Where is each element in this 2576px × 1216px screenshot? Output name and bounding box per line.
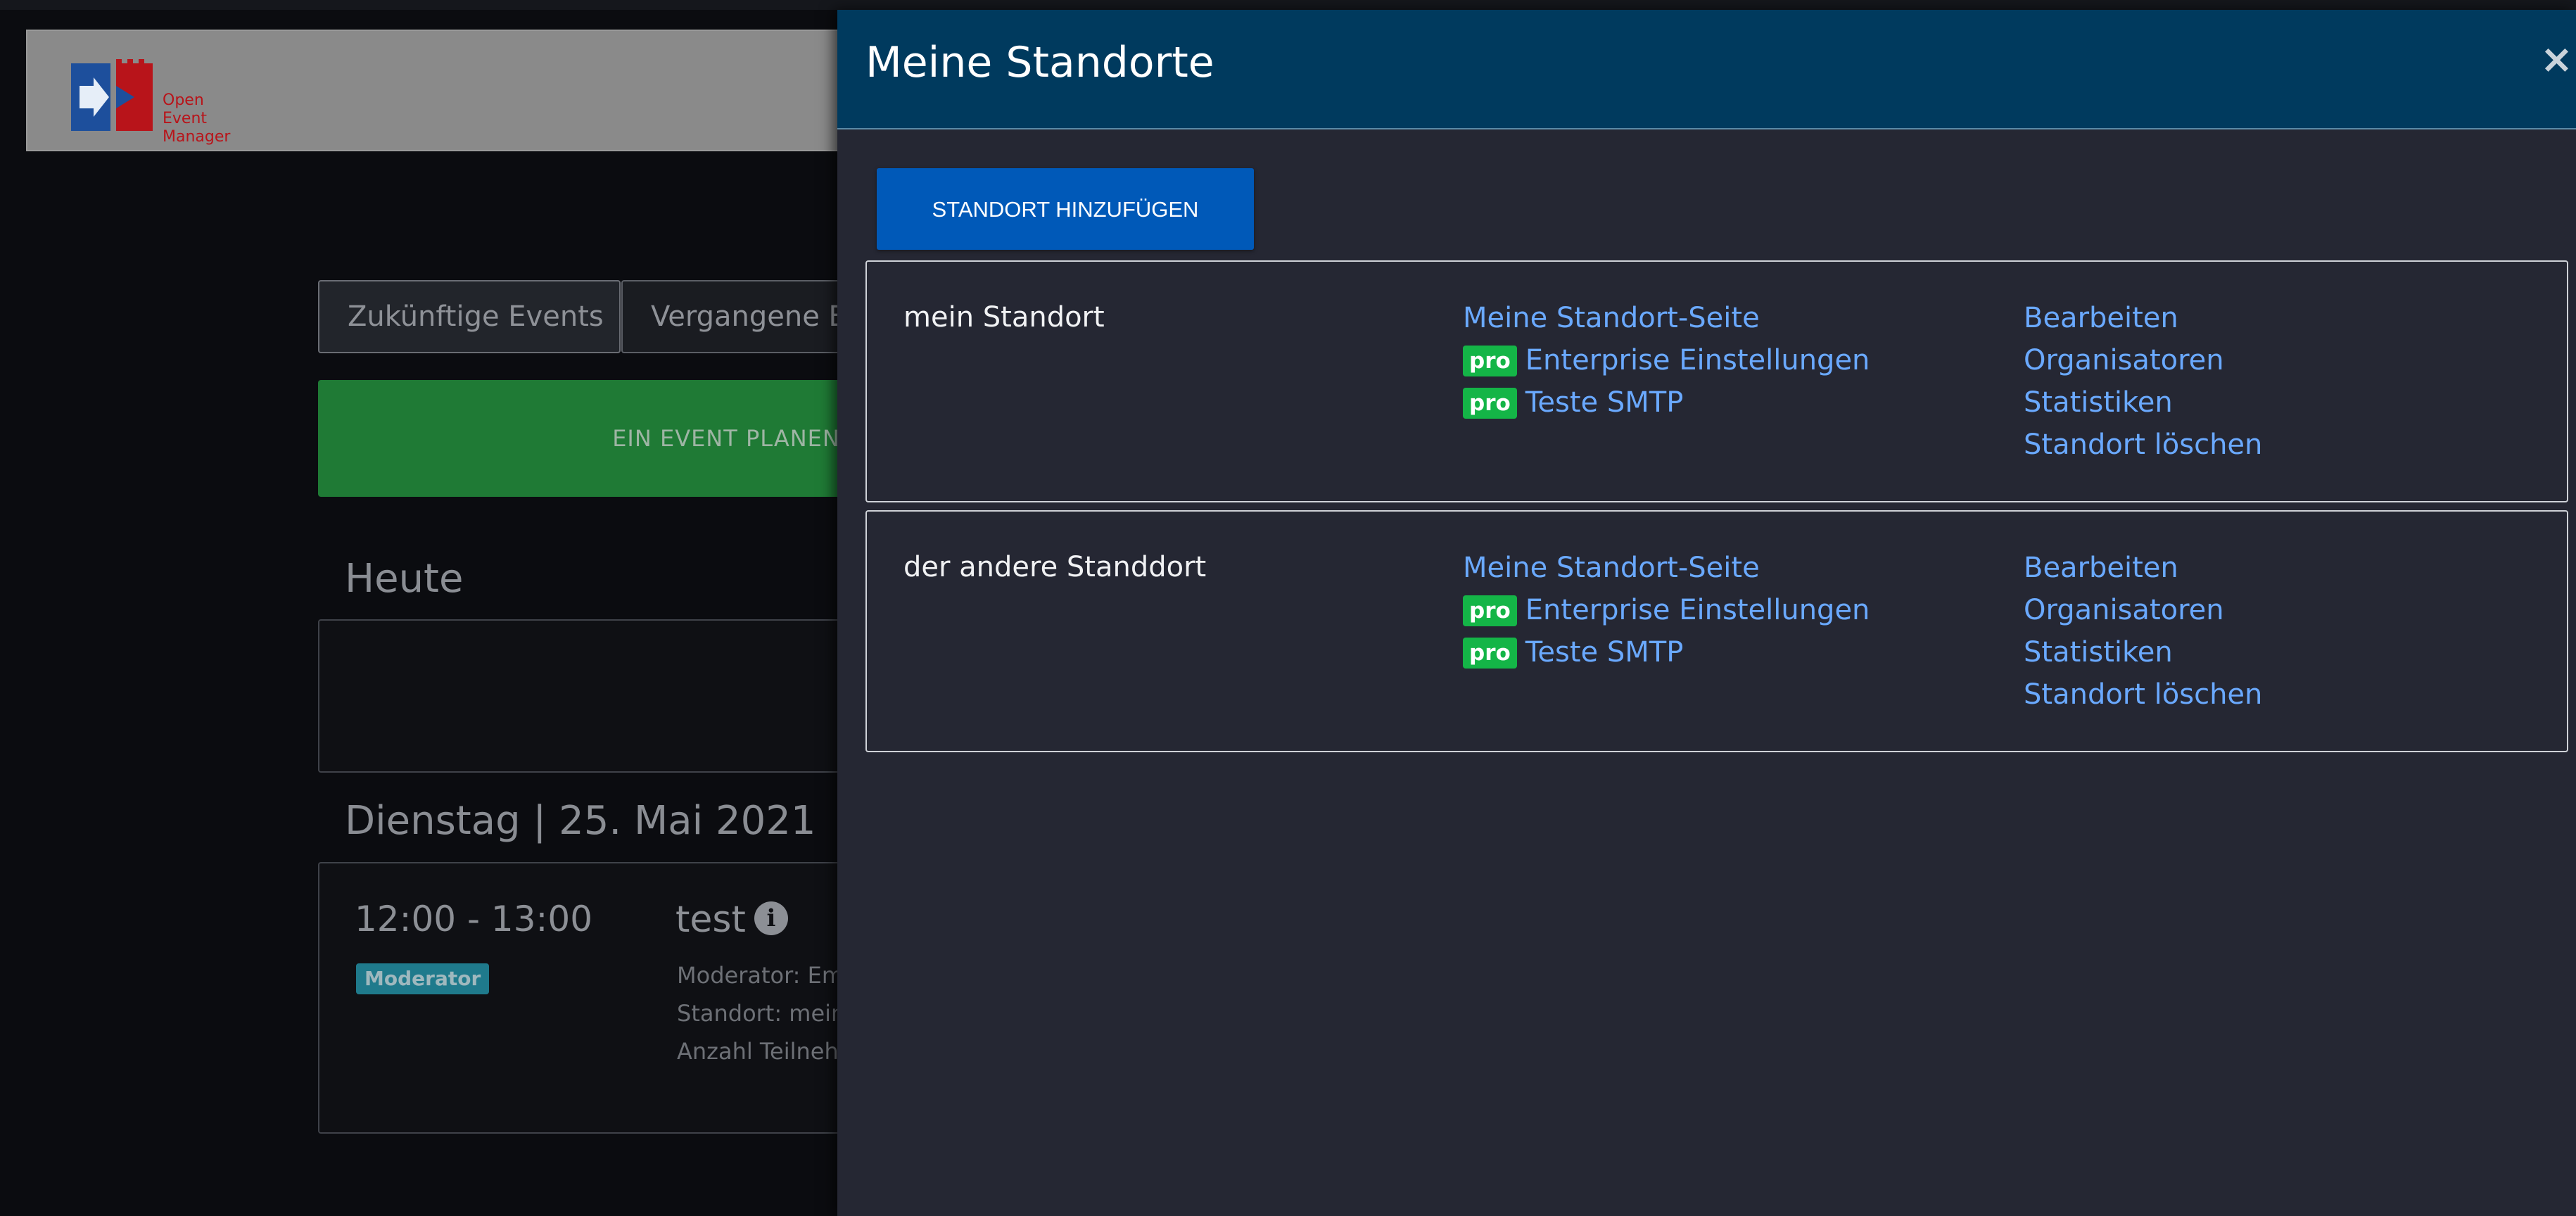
delete-location-link[interactable]: Standort löschen: [2024, 678, 2262, 711]
logo-mark-icon: [71, 59, 153, 131]
event-location: Standort: mein: [677, 1000, 846, 1027]
edit-link[interactable]: Bearbeiten: [2024, 302, 2178, 334]
logo-line: Event: [163, 110, 208, 127]
section-title-date: Dienstag | 25. Mai 2021: [345, 798, 816, 844]
pro-badge: pro: [1463, 346, 1517, 376]
modal-header: Meine Standorte ×: [837, 10, 2576, 129]
pro-badge: pro: [1463, 388, 1517, 419]
tab-upcoming-events[interactable]: Zukünftige Events: [318, 280, 621, 353]
role-badge: Moderator: [356, 963, 490, 994]
pro-badge: pro: [1463, 595, 1517, 626]
pro-badge: pro: [1463, 638, 1517, 669]
enterprise-settings-link[interactable]: Enterprise Einstellungen: [1525, 594, 1870, 626]
add-location-button[interactable]: STANDORT HINZUFÜGEN: [877, 168, 1254, 250]
event-moderator: Moderator: Em: [677, 962, 844, 989]
section-title-today: Heute: [345, 556, 464, 602]
modal-title: Meine Standorte: [865, 38, 1214, 87]
statistics-link[interactable]: Statistiken: [2024, 386, 2173, 419]
edit-link[interactable]: Bearbeiten: [2024, 552, 2178, 584]
info-icon[interactable]: i: [754, 901, 788, 935]
statistics-link[interactable]: Statistiken: [2024, 636, 2173, 669]
app-logo[interactable]: Open Event Manager: [70, 58, 239, 146]
logo-line: Open: [163, 91, 204, 109]
organizers-link[interactable]: Organisatoren: [2024, 594, 2224, 626]
location-name: der andere Standdort: [903, 551, 1207, 583]
delete-location-link[interactable]: Standort löschen: [2024, 429, 2262, 461]
event-title[interactable]: test: [675, 899, 746, 941]
location-name: mein Standort: [903, 301, 1105, 334]
location-card: mein Standort Meine Standort-Seite pro En…: [865, 260, 2568, 502]
organizers-link[interactable]: Organisatoren: [2024, 344, 2224, 376]
event-time: 12:00 - 13:00: [355, 899, 593, 939]
event-participants: Anzahl Teilneh: [677, 1038, 839, 1065]
test-smtp-link[interactable]: Teste SMTP: [1525, 636, 1684, 669]
location-card: der andere Standdort Meine Standort-Seit…: [865, 510, 2568, 752]
locations-modal: Meine Standorte × STANDORT HINZUFÜGEN me…: [837, 10, 2576, 1216]
location-links-primary: Meine Standort-Seite pro Enterprise Einst…: [1463, 301, 1870, 428]
location-page-link[interactable]: Meine Standort-Seite: [1463, 552, 1760, 584]
location-links-actions: Bearbeiten Organisatoren Statistiken Sta…: [2024, 551, 2262, 720]
test-smtp-link[interactable]: Teste SMTP: [1525, 386, 1684, 419]
logo-line: Manager: [163, 128, 231, 146]
logo-text: Open Event Manager: [163, 91, 230, 146]
close-icon[interactable]: ×: [2540, 37, 2573, 82]
top-strip: [0, 0, 2576, 10]
location-page-link[interactable]: Meine Standort-Seite: [1463, 302, 1760, 334]
enterprise-settings-link[interactable]: Enterprise Einstellungen: [1525, 344, 1870, 376]
location-links-primary: Meine Standort-Seite pro Enterprise Einst…: [1463, 551, 1870, 678]
location-links-actions: Bearbeiten Organisatoren Statistiken Sta…: [2024, 301, 2262, 470]
